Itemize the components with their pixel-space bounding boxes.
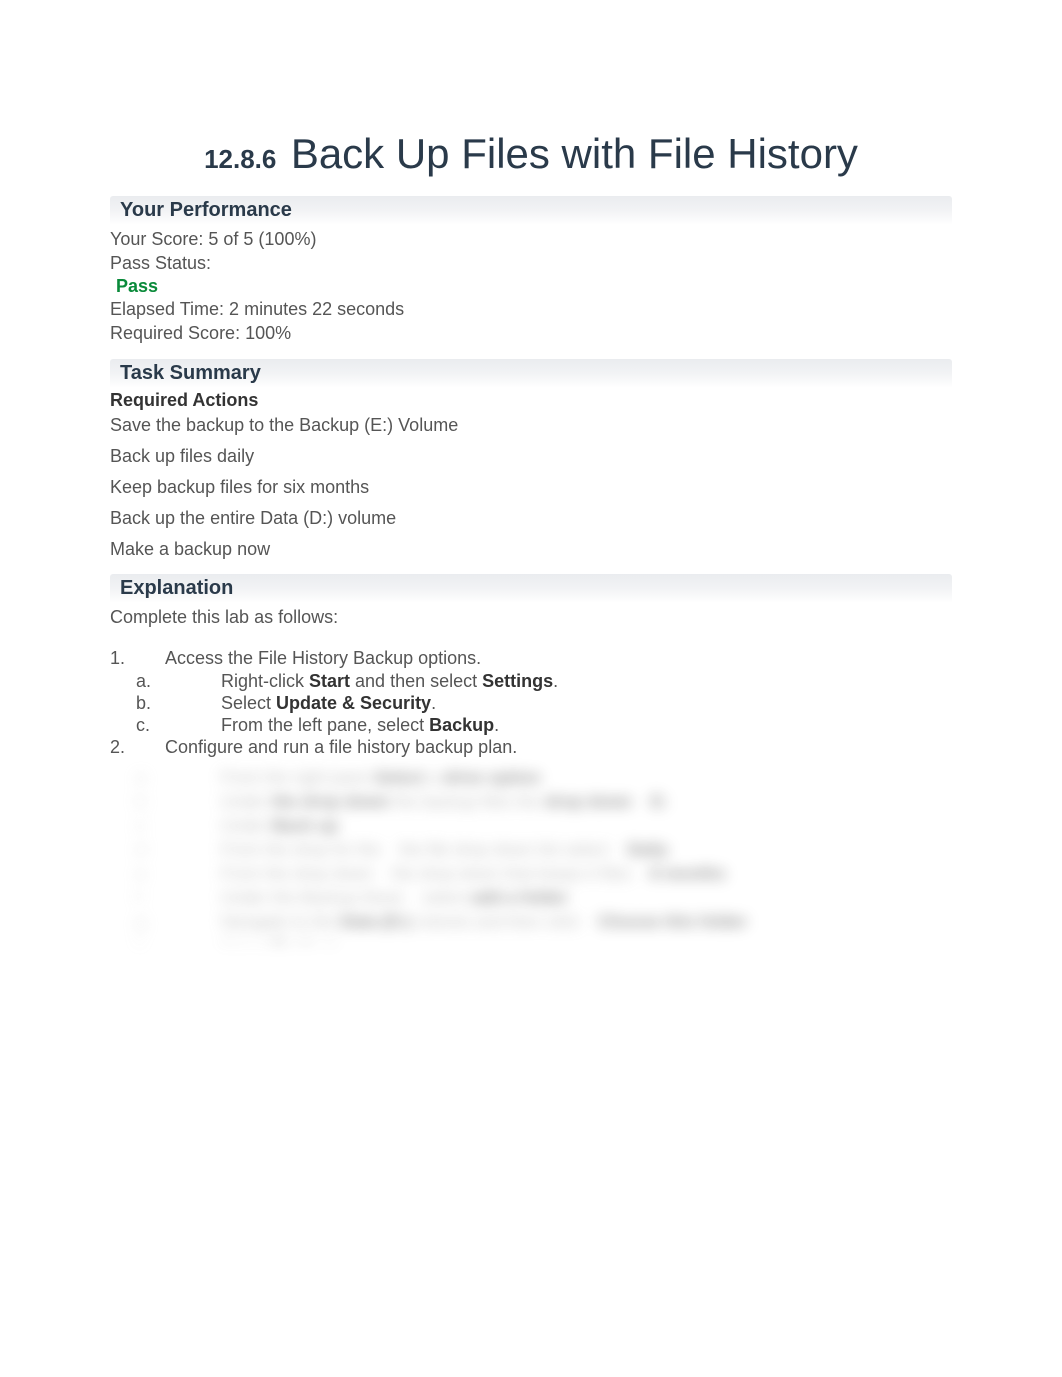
substep-text: From the left pane, select Backup.	[221, 715, 952, 736]
substep-letter: c.	[136, 715, 221, 736]
explanation-header: Explanation	[110, 574, 952, 603]
blurred-content: aFrom the right pane Select a drive opti…	[136, 768, 952, 943]
action-item: Save the backup to the Backup (E:) Volum…	[110, 415, 952, 436]
substep-row: a. Right-click Start and then select Set…	[110, 671, 952, 692]
action-item: Back up the entire Data (D:) volume	[110, 508, 952, 529]
performance-section: Your Score: 5 of 5 (100%) Pass Status: P…	[110, 227, 952, 345]
title-number: 12.8.6	[204, 144, 276, 174]
title-text: Back Up Files with File History	[291, 130, 858, 177]
action-item: Keep backup files for six months	[110, 477, 952, 498]
required-line: Required Score: 100%	[110, 321, 952, 345]
score-line: Your Score: 5 of 5 (100%)	[110, 227, 952, 251]
action-item: Make a backup now	[110, 539, 952, 560]
substep-text: Select Update & Security.	[221, 693, 952, 714]
steps-list: 1. Access the File History Backup option…	[110, 648, 952, 943]
required-actions-header: Required Actions	[110, 390, 952, 411]
step-number: 2.	[110, 737, 165, 758]
substep-letter: b.	[136, 693, 221, 714]
substep-text: Right-click Start and then select Settin…	[221, 671, 952, 692]
pass-status-label: Pass Status:	[110, 251, 952, 275]
step-row: 1. Access the File History Backup option…	[110, 648, 952, 669]
page-title: 12.8.6 Back Up Files with File History	[110, 130, 952, 178]
step-row: 2. Configure and run a file history back…	[110, 737, 952, 758]
step-number: 1.	[110, 648, 165, 669]
step-text: Configure and run a file history backup …	[165, 737, 952, 758]
performance-header: Your Performance	[110, 196, 952, 225]
substep-letter: a.	[136, 671, 221, 692]
action-item: Back up files daily	[110, 446, 952, 467]
task-summary-header: Task Summary	[110, 359, 952, 388]
substep-row: c. From the left pane, select Backup.	[110, 715, 952, 736]
step-text: Access the File History Backup options.	[165, 648, 952, 669]
pass-status-value: Pass	[110, 276, 952, 297]
elapsed-line: Elapsed Time: 2 minutes 22 seconds	[110, 297, 952, 321]
explanation-intro: Complete this lab as follows:	[110, 607, 952, 628]
substep-row: b. Select Update & Security.	[110, 693, 952, 714]
